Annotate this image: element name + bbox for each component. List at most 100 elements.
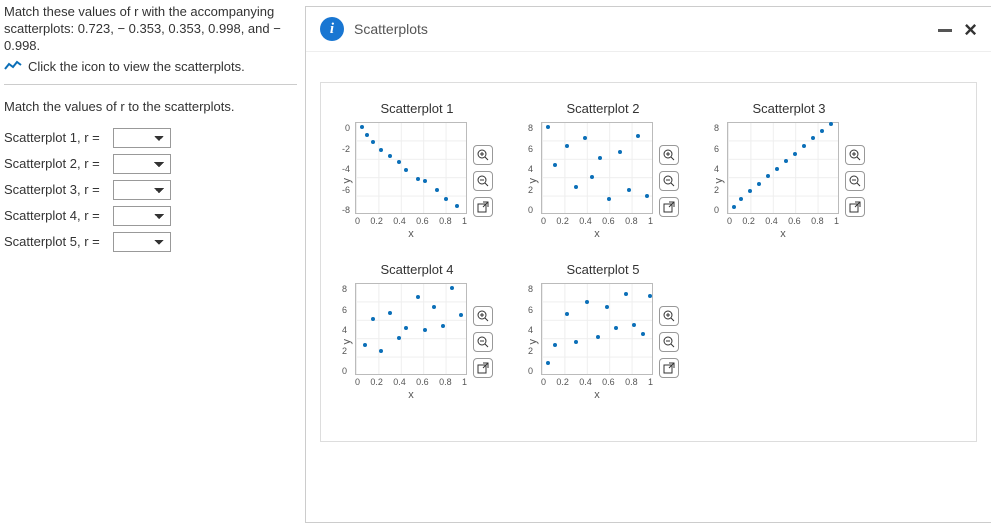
data-point <box>574 185 578 189</box>
chart-title: Scatterplot 3 <box>753 101 826 116</box>
zoom-in-icon[interactable] <box>473 145 493 165</box>
x-ticks: 00.20.40.60.81 <box>541 377 653 387</box>
data-point <box>775 167 779 171</box>
data-point <box>553 163 557 167</box>
data-point <box>766 174 770 178</box>
chart-title: Scatterplot 2 <box>567 101 640 116</box>
select-r-3[interactable] <box>113 180 171 200</box>
data-point <box>371 140 375 144</box>
zoom-out-icon[interactable] <box>473 332 493 352</box>
plot-area: 86420 <box>541 283 653 375</box>
data-point <box>397 160 401 164</box>
minimize-icon[interactable] <box>938 29 952 32</box>
data-point <box>641 332 645 336</box>
row-label-3: Scatterplot 3, r = <box>4 182 109 197</box>
data-point <box>585 300 589 304</box>
data-point <box>379 148 383 152</box>
plot-area: 86420 <box>727 122 839 214</box>
data-point <box>404 168 408 172</box>
select-r-1[interactable] <box>113 128 171 148</box>
data-point <box>459 313 463 317</box>
data-point <box>598 156 602 160</box>
scatterplot-panel: i Scatterplots × Scatterplot 1y0-2-4-6-8… <box>305 6 991 523</box>
data-point <box>645 194 649 198</box>
scatterplot-4: Scatterplot 4y8642000.20.40.60.81x <box>341 262 493 401</box>
popout-icon[interactable] <box>659 358 679 378</box>
select-r-2[interactable] <box>113 154 171 174</box>
data-point <box>648 294 652 298</box>
data-point <box>404 326 408 330</box>
data-point <box>553 343 557 347</box>
row-label-4: Scatterplot 4, r = <box>4 208 109 223</box>
data-point <box>636 134 640 138</box>
x-axis-label: x <box>355 389 467 401</box>
zoom-out-icon[interactable] <box>659 171 679 191</box>
data-point <box>444 197 448 201</box>
zoom-in-icon[interactable] <box>659 145 679 165</box>
popout-icon[interactable] <box>473 358 493 378</box>
x-axis-label: x <box>541 228 653 240</box>
data-point <box>565 312 569 316</box>
row-label-1: Scatterplot 1, r = <box>4 130 109 145</box>
x-ticks: 00.20.40.60.81 <box>355 216 467 226</box>
data-point <box>365 133 369 137</box>
scatterplot-5: Scatterplot 5y8642000.20.40.60.81x <box>527 262 679 401</box>
chart-link-icon[interactable] <box>4 60 22 72</box>
data-point <box>388 154 392 158</box>
data-point <box>590 175 594 179</box>
plot-area: 86420 <box>355 283 467 375</box>
data-point <box>596 335 600 339</box>
data-point <box>423 328 427 332</box>
chart-title: Scatterplot 1 <box>381 101 454 116</box>
data-point <box>607 197 611 201</box>
popout-icon[interactable] <box>845 197 865 217</box>
select-r-4[interactable] <box>113 206 171 226</box>
data-point <box>435 188 439 192</box>
zoom-in-icon[interactable] <box>473 306 493 326</box>
divider <box>4 84 297 85</box>
data-point <box>739 197 743 201</box>
zoom-out-icon[interactable] <box>659 332 679 352</box>
plot-area: 0-2-4-6-8 <box>355 122 467 214</box>
close-icon[interactable]: × <box>964 19 977 41</box>
x-axis-label: x <box>541 389 653 401</box>
data-point <box>416 295 420 299</box>
data-point <box>371 317 375 321</box>
popout-icon[interactable] <box>473 197 493 217</box>
data-point <box>793 152 797 156</box>
data-point <box>379 349 383 353</box>
popout-icon[interactable] <box>659 197 679 217</box>
data-point <box>811 136 815 140</box>
row-label-5: Scatterplot 5, r = <box>4 234 109 249</box>
zoom-in-icon[interactable] <box>659 306 679 326</box>
data-point <box>614 326 618 330</box>
data-point <box>455 204 459 208</box>
scatterplot-1: Scatterplot 1y0-2-4-6-800.20.40.60.81x <box>341 101 493 240</box>
click-link-text[interactable]: Click the icon to view the scatterplots. <box>28 59 245 74</box>
zoom-out-icon[interactable] <box>845 171 865 191</box>
data-point <box>416 177 420 181</box>
zoom-in-icon[interactable] <box>845 145 865 165</box>
zoom-out-icon[interactable] <box>473 171 493 191</box>
chart-title: Scatterplot 4 <box>381 262 454 277</box>
x-axis-label: x <box>355 228 467 240</box>
data-point <box>423 179 427 183</box>
data-point <box>802 144 806 148</box>
info-icon: i <box>320 17 344 41</box>
match-header: Match the values of r to the scatterplot… <box>4 99 297 114</box>
data-point <box>624 292 628 296</box>
data-point <box>605 305 609 309</box>
data-point <box>632 323 636 327</box>
x-ticks: 00.20.40.60.81 <box>727 216 839 226</box>
data-point <box>432 305 436 309</box>
data-point <box>397 336 401 340</box>
data-point <box>565 144 569 148</box>
data-point <box>450 286 454 290</box>
data-point <box>748 189 752 193</box>
select-r-5[interactable] <box>113 232 171 252</box>
panel-title: Scatterplots <box>354 21 428 37</box>
data-point <box>546 125 550 129</box>
x-ticks: 00.20.40.60.81 <box>541 216 653 226</box>
data-point <box>360 125 364 129</box>
data-point <box>829 122 833 126</box>
